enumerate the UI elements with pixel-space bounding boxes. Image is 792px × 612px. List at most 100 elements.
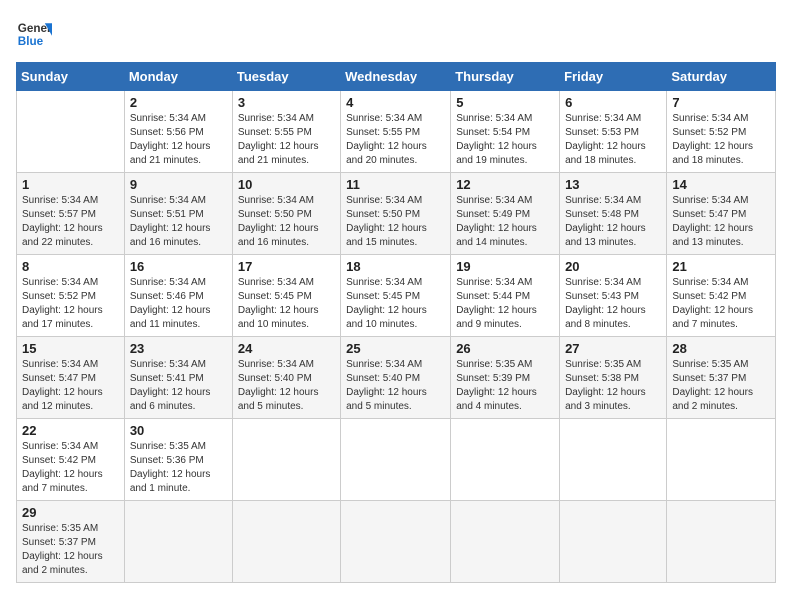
day-info: Sunrise: 5:35 AM Sunset: 5:37 PM Dayligh… <box>672 358 770 414</box>
day-info: Sunrise: 5:34 AM Sunset: 5:55 PM Dayligh… <box>346 112 445 168</box>
calendar-cell: 4 Sunrise: 5:34 AM Sunset: 5:55 PM Dayli… <box>341 91 451 173</box>
calendar-cell: 7 Sunrise: 5:34 AM Sunset: 5:52 PM Dayli… <box>667 91 776 173</box>
header-cell-saturday: Saturday <box>667 63 776 91</box>
calendar-cell: 29 Sunrise: 5:35 AM Sunset: 5:37 PM Dayl… <box>17 501 125 583</box>
day-number: 5 <box>456 95 554 110</box>
calendar-cell <box>17 91 125 173</box>
calendar-cell: 21 Sunrise: 5:34 AM Sunset: 5:42 PM Dayl… <box>667 255 776 337</box>
calendar-cell <box>232 419 340 501</box>
day-number: 22 <box>22 423 119 438</box>
day-info: Sunrise: 5:34 AM Sunset: 5:52 PM Dayligh… <box>672 112 770 168</box>
day-number: 23 <box>130 341 227 356</box>
day-number: 12 <box>456 177 554 192</box>
calendar-cell: 23 Sunrise: 5:34 AM Sunset: 5:41 PM Dayl… <box>124 337 232 419</box>
calendar-cell: 8 Sunrise: 5:34 AM Sunset: 5:52 PM Dayli… <box>17 255 125 337</box>
day-info: Sunrise: 5:34 AM Sunset: 5:57 PM Dayligh… <box>22 194 119 250</box>
day-number: 14 <box>672 177 770 192</box>
calendar-cell: 24 Sunrise: 5:34 AM Sunset: 5:40 PM Dayl… <box>232 337 340 419</box>
header-cell-thursday: Thursday <box>451 63 560 91</box>
header: General Blue <box>16 16 776 52</box>
calendar-week-5: 29 Sunrise: 5:35 AM Sunset: 5:37 PM Dayl… <box>17 501 776 583</box>
day-info: Sunrise: 5:34 AM Sunset: 5:40 PM Dayligh… <box>346 358 445 414</box>
calendar-cell <box>560 419 667 501</box>
calendar-cell <box>560 501 667 583</box>
logo: General Blue <box>16 16 52 52</box>
day-number: 21 <box>672 259 770 274</box>
day-number: 2 <box>130 95 227 110</box>
day-info: Sunrise: 5:34 AM Sunset: 5:52 PM Dayligh… <box>22 276 119 332</box>
header-cell-tuesday: Tuesday <box>232 63 340 91</box>
day-number: 30 <box>130 423 227 438</box>
day-info: Sunrise: 5:35 AM Sunset: 5:38 PM Dayligh… <box>565 358 661 414</box>
day-number: 26 <box>456 341 554 356</box>
day-number: 1 <box>22 177 119 192</box>
calendar-cell: 18 Sunrise: 5:34 AM Sunset: 5:45 PM Dayl… <box>341 255 451 337</box>
header-cell-friday: Friday <box>560 63 667 91</box>
day-info: Sunrise: 5:34 AM Sunset: 5:55 PM Dayligh… <box>238 112 335 168</box>
day-info: Sunrise: 5:34 AM Sunset: 5:44 PM Dayligh… <box>456 276 554 332</box>
calendar-cell <box>124 501 232 583</box>
day-info: Sunrise: 5:35 AM Sunset: 5:36 PM Dayligh… <box>130 440 227 496</box>
calendar-table: SundayMondayTuesdayWednesdayThursdayFrid… <box>16 62 776 583</box>
calendar-cell: 14 Sunrise: 5:34 AM Sunset: 5:47 PM Dayl… <box>667 173 776 255</box>
header-cell-wednesday: Wednesday <box>341 63 451 91</box>
header-cell-monday: Monday <box>124 63 232 91</box>
header-cell-sunday: Sunday <box>17 63 125 91</box>
day-info: Sunrise: 5:34 AM Sunset: 5:42 PM Dayligh… <box>672 276 770 332</box>
calendar-cell: 22 Sunrise: 5:34 AM Sunset: 5:42 PM Dayl… <box>17 419 125 501</box>
calendar-cell: 3 Sunrise: 5:34 AM Sunset: 5:55 PM Dayli… <box>232 91 340 173</box>
calendar-cell <box>451 419 560 501</box>
calendar-week-1: 1 Sunrise: 5:34 AM Sunset: 5:57 PM Dayli… <box>17 173 776 255</box>
calendar-cell: 10 Sunrise: 5:34 AM Sunset: 5:50 PM Dayl… <box>232 173 340 255</box>
calendar-cell: 5 Sunrise: 5:34 AM Sunset: 5:54 PM Dayli… <box>451 91 560 173</box>
day-info: Sunrise: 5:34 AM Sunset: 5:40 PM Dayligh… <box>238 358 335 414</box>
calendar-cell: 13 Sunrise: 5:34 AM Sunset: 5:48 PM Dayl… <box>560 173 667 255</box>
calendar-cell: 26 Sunrise: 5:35 AM Sunset: 5:39 PM Dayl… <box>451 337 560 419</box>
day-number: 10 <box>238 177 335 192</box>
calendar-cell <box>341 501 451 583</box>
svg-text:Blue: Blue <box>18 35 44 48</box>
day-info: Sunrise: 5:34 AM Sunset: 5:41 PM Dayligh… <box>130 358 227 414</box>
day-info: Sunrise: 5:34 AM Sunset: 5:47 PM Dayligh… <box>22 358 119 414</box>
day-number: 4 <box>346 95 445 110</box>
day-number: 13 <box>565 177 661 192</box>
day-number: 15 <box>22 341 119 356</box>
day-number: 9 <box>130 177 227 192</box>
calendar-cell: 30 Sunrise: 5:35 AM Sunset: 5:36 PM Dayl… <box>124 419 232 501</box>
calendar-cell <box>667 419 776 501</box>
day-info: Sunrise: 5:34 AM Sunset: 5:45 PM Dayligh… <box>346 276 445 332</box>
day-number: 25 <box>346 341 445 356</box>
day-info: Sunrise: 5:34 AM Sunset: 5:42 PM Dayligh… <box>22 440 119 496</box>
day-info: Sunrise: 5:34 AM Sunset: 5:43 PM Dayligh… <box>565 276 661 332</box>
calendar-cell: 25 Sunrise: 5:34 AM Sunset: 5:40 PM Dayl… <box>341 337 451 419</box>
day-number: 3 <box>238 95 335 110</box>
day-number: 17 <box>238 259 335 274</box>
day-info: Sunrise: 5:35 AM Sunset: 5:39 PM Dayligh… <box>456 358 554 414</box>
calendar-cell: 28 Sunrise: 5:35 AM Sunset: 5:37 PM Dayl… <box>667 337 776 419</box>
calendar-body: 2 Sunrise: 5:34 AM Sunset: 5:56 PM Dayli… <box>17 91 776 583</box>
day-number: 8 <box>22 259 119 274</box>
day-info: Sunrise: 5:34 AM Sunset: 5:50 PM Dayligh… <box>238 194 335 250</box>
calendar-cell: 12 Sunrise: 5:34 AM Sunset: 5:49 PM Dayl… <box>451 173 560 255</box>
calendar-cell: 17 Sunrise: 5:34 AM Sunset: 5:45 PM Dayl… <box>232 255 340 337</box>
calendar-week-2: 8 Sunrise: 5:34 AM Sunset: 5:52 PM Dayli… <box>17 255 776 337</box>
calendar-cell: 27 Sunrise: 5:35 AM Sunset: 5:38 PM Dayl… <box>560 337 667 419</box>
calendar-header-row: SundayMondayTuesdayWednesdayThursdayFrid… <box>17 63 776 91</box>
calendar-cell: 9 Sunrise: 5:34 AM Sunset: 5:51 PM Dayli… <box>124 173 232 255</box>
day-number: 19 <box>456 259 554 274</box>
calendar-cell: 15 Sunrise: 5:34 AM Sunset: 5:47 PM Dayl… <box>17 337 125 419</box>
day-info: Sunrise: 5:34 AM Sunset: 5:56 PM Dayligh… <box>130 112 227 168</box>
day-number: 24 <box>238 341 335 356</box>
calendar-cell: 16 Sunrise: 5:34 AM Sunset: 5:46 PM Dayl… <box>124 255 232 337</box>
calendar-cell <box>667 501 776 583</box>
day-info: Sunrise: 5:34 AM Sunset: 5:49 PM Dayligh… <box>456 194 554 250</box>
day-info: Sunrise: 5:34 AM Sunset: 5:54 PM Dayligh… <box>456 112 554 168</box>
day-info: Sunrise: 5:34 AM Sunset: 5:47 PM Dayligh… <box>672 194 770 250</box>
day-number: 29 <box>22 505 119 520</box>
calendar-week-4: 22 Sunrise: 5:34 AM Sunset: 5:42 PM Dayl… <box>17 419 776 501</box>
day-info: Sunrise: 5:34 AM Sunset: 5:51 PM Dayligh… <box>130 194 227 250</box>
day-info: Sunrise: 5:34 AM Sunset: 5:48 PM Dayligh… <box>565 194 661 250</box>
day-number: 7 <box>672 95 770 110</box>
calendar-cell: 6 Sunrise: 5:34 AM Sunset: 5:53 PM Dayli… <box>560 91 667 173</box>
calendar-cell: 2 Sunrise: 5:34 AM Sunset: 5:56 PM Dayli… <box>124 91 232 173</box>
